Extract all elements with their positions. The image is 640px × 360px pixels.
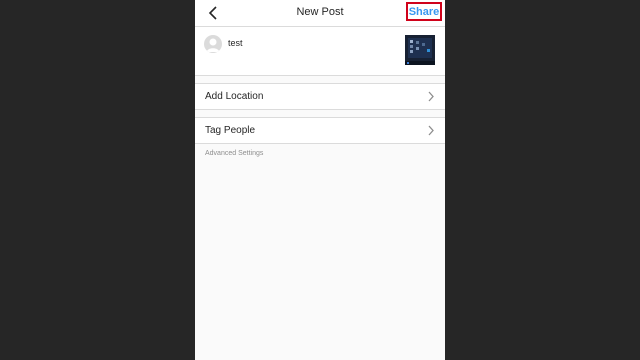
tag-people-row[interactable]: Tag People	[195, 117, 445, 144]
add-location-row[interactable]: Add Location	[195, 83, 445, 110]
post-thumbnail[interactable]	[405, 35, 435, 65]
username-label: test	[228, 38, 243, 48]
chevron-right-icon	[428, 91, 434, 102]
advanced-settings-link[interactable]: Advanced Settings	[205, 150, 263, 157]
share-button[interactable]: Share	[406, 2, 442, 21]
chevron-right-icon	[428, 125, 434, 136]
tag-people-label: Tag People	[205, 125, 256, 136]
add-location-label: Add Location	[205, 91, 264, 102]
post-composer: test	[195, 27, 445, 76]
top-bar: New Post Share	[195, 0, 445, 27]
thumbnail-image	[405, 35, 435, 65]
avatar	[204, 35, 222, 53]
default-avatar-icon	[206, 38, 220, 52]
new-post-screen: New Post Share test Add Location Tag Peo…	[195, 0, 445, 360]
